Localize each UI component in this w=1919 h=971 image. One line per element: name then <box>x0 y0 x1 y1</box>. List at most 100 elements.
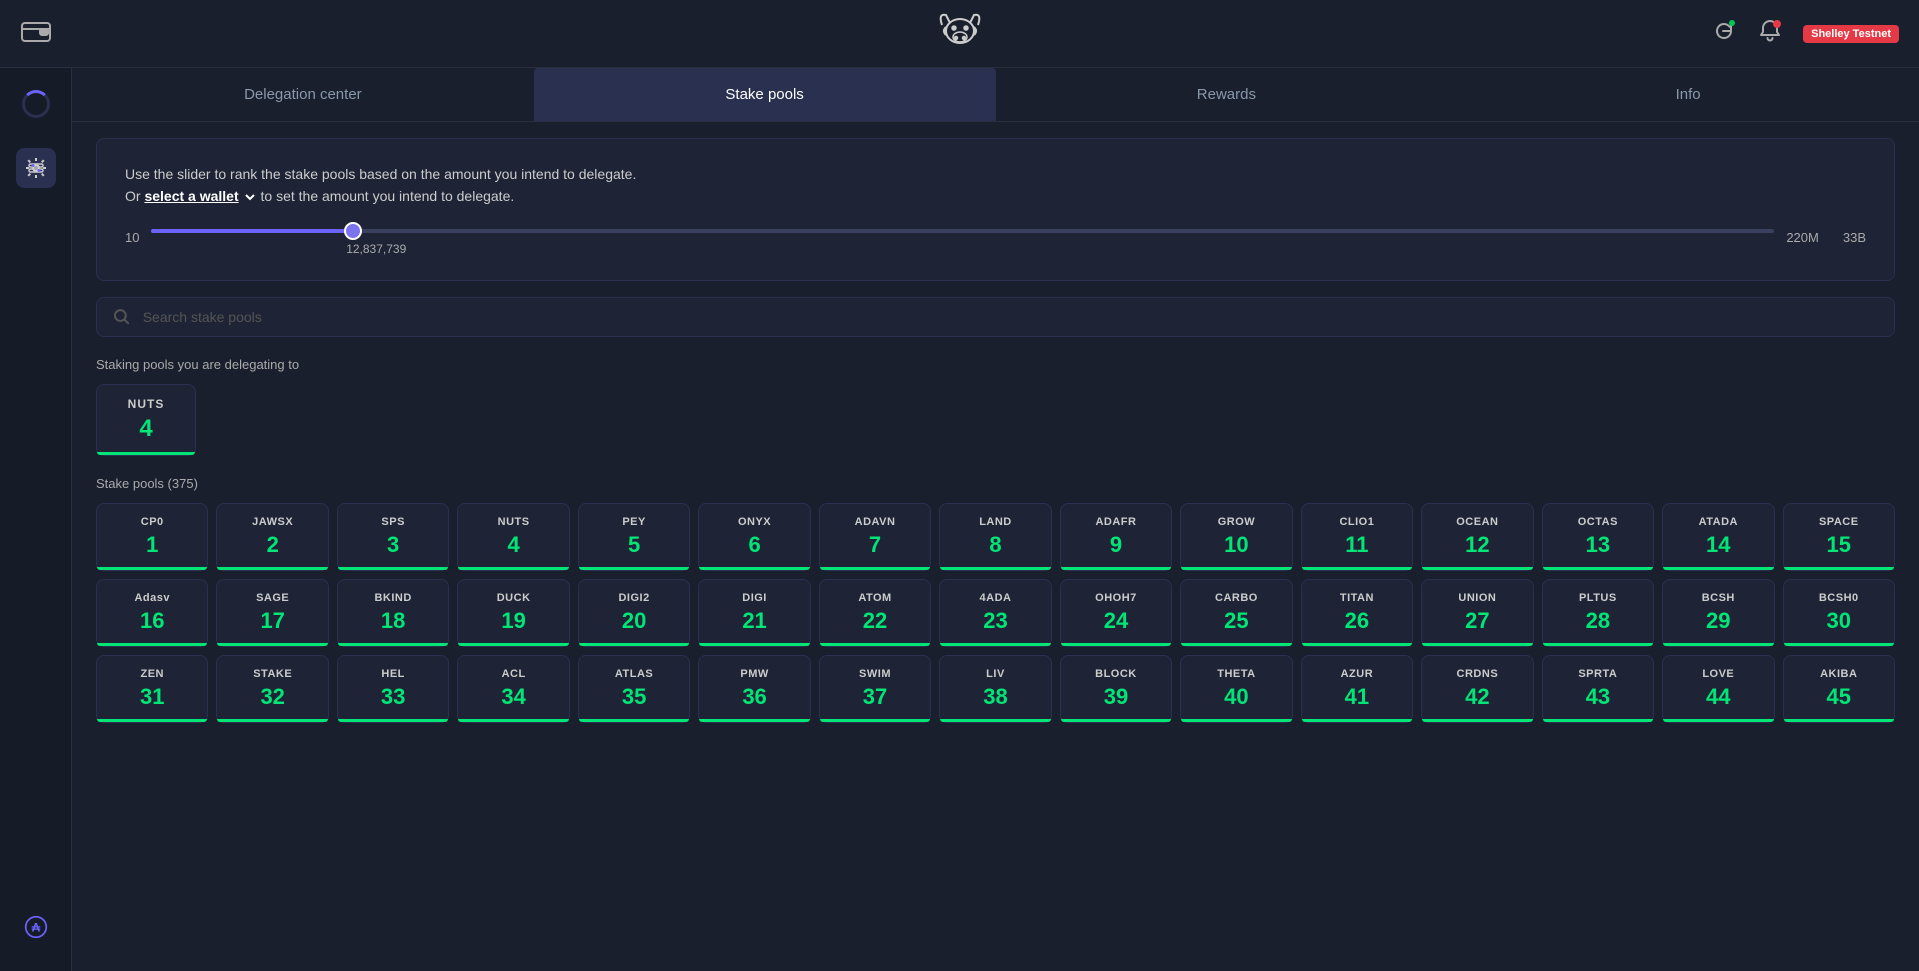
pool-card-duck[interactable]: DUCK 19 <box>457 579 569 647</box>
pool-number: 1 <box>146 532 158 558</box>
pool-card-bcsh[interactable]: BCSH 29 <box>1662 579 1774 647</box>
tab-stake-pools[interactable]: Stake pools <box>534 68 996 121</box>
pool-card-grow[interactable]: GROW 10 <box>1180 503 1292 571</box>
select-wallet-link[interactable]: select a wallet <box>144 185 256 207</box>
wallet-icon[interactable] <box>20 15 52 52</box>
pool-bar <box>1181 567 1291 570</box>
pool-card-jawsx[interactable]: JAWSX 2 <box>216 503 328 571</box>
pool-name: Adasv <box>134 592 170 604</box>
pool-card-space[interactable]: SPACE 15 <box>1783 503 1895 571</box>
pool-name: ZEN <box>140 668 164 680</box>
pool-card-stake[interactable]: STAKE 32 <box>216 655 328 723</box>
pool-card-ohoh7[interactable]: OHOH7 24 <box>1060 579 1172 647</box>
pool-card-akiba[interactable]: AKIBA 45 <box>1783 655 1895 723</box>
pool-card-onyx[interactable]: ONYX 6 <box>698 503 810 571</box>
pool-card-4ada[interactable]: 4ADA 23 <box>939 579 1051 647</box>
pool-name: ATADA <box>1699 516 1738 528</box>
pool-card-liv[interactable]: LIV 38 <box>939 655 1051 723</box>
tab-delegation-center[interactable]: Delegation center <box>72 68 534 121</box>
delegation-amount-slider[interactable] <box>151 229 1774 233</box>
pool-card-acl[interactable]: ACL 34 <box>457 655 569 723</box>
pool-bar <box>217 643 327 646</box>
pool-card-crdns[interactable]: CRDNS 42 <box>1421 655 1533 723</box>
pool-card-carbo[interactable]: CARBO 25 <box>1180 579 1292 647</box>
pool-card-digi2[interactable]: DIGI2 20 <box>578 579 690 647</box>
pool-number: 5 <box>628 532 640 558</box>
pool-card-sps[interactable]: SPS 3 <box>337 503 449 571</box>
pool-card-sage[interactable]: SAGE 17 <box>216 579 328 647</box>
svg-text:₳: ₳ <box>31 920 40 934</box>
pool-name: ADAFR <box>1095 516 1136 528</box>
pool-bar <box>940 719 1050 722</box>
pool-card-zen[interactable]: ZEN 31 <box>96 655 208 723</box>
pool-name: PEY <box>622 516 646 528</box>
pool-number: 4 <box>508 532 520 558</box>
pool-card-ocean[interactable]: OCEAN 12 <box>1421 503 1533 571</box>
slider-section: Use the slider to rank the stake pools b… <box>96 138 1895 281</box>
sync-icon[interactable] <box>1711 18 1737 49</box>
pool-bar <box>1422 643 1532 646</box>
pool-card-pmw[interactable]: PMW 36 <box>698 655 810 723</box>
pool-bar <box>97 719 207 722</box>
pool-card-titan[interactable]: TITAN 26 <box>1301 579 1413 647</box>
tab-info[interactable]: Info <box>1457 68 1919 121</box>
pool-number: 43 <box>1586 684 1610 710</box>
pool-card-octas[interactable]: OCTAS 13 <box>1542 503 1654 571</box>
pool-bar <box>579 643 689 646</box>
delegating-label: Staking pools you are delegating to <box>96 357 1895 372</box>
pool-name: LAND <box>979 516 1012 528</box>
pool-bar <box>940 567 1050 570</box>
slider-description: Use the slider to rank the stake pools b… <box>125 163 1866 208</box>
delegating-pool-number: 4 <box>139 415 152 443</box>
search-input[interactable] <box>143 309 1878 325</box>
pool-bar <box>1663 567 1773 570</box>
pool-bar <box>820 719 930 722</box>
pool-card-theta[interactable]: THETA 40 <box>1180 655 1292 723</box>
pool-card-atom[interactable]: ATOM 22 <box>819 579 931 647</box>
pool-card-land[interactable]: LAND 8 <box>939 503 1051 571</box>
pool-card-sprta[interactable]: SPRTA 43 <box>1542 655 1654 723</box>
pool-number: 28 <box>1586 608 1610 634</box>
pool-card-union[interactable]: UNION 27 <box>1421 579 1533 647</box>
delegating-section: Staking pools you are delegating to NUTS… <box>96 357 1895 456</box>
sidebar-cardano-icon[interactable]: ₳ <box>16 907 56 947</box>
pool-number: 7 <box>869 532 881 558</box>
pool-card-adasv[interactable]: Adasv 16 <box>96 579 208 647</box>
pool-name: CRDNS <box>1457 668 1499 680</box>
pool-bar <box>940 643 1050 646</box>
pool-card-nuts[interactable]: NUTS 4 <box>457 503 569 571</box>
pool-card-pltus[interactable]: PLTUS 28 <box>1542 579 1654 647</box>
pool-card-digi[interactable]: DIGI 21 <box>698 579 810 647</box>
pool-bar <box>1784 643 1894 646</box>
pools-section-label: Stake pools (375) <box>96 476 1895 491</box>
pool-number: 38 <box>983 684 1007 710</box>
pool-card-cp0[interactable]: CP0 1 <box>96 503 208 571</box>
pool-card-block[interactable]: BLOCK 39 <box>1060 655 1172 723</box>
slider-value-label: 12,837,739 <box>151 242 1774 256</box>
pool-number: 40 <box>1224 684 1248 710</box>
sidebar-settings-icon[interactable] <box>16 148 56 188</box>
notification-bell[interactable] <box>1757 18 1783 49</box>
pool-card-adavn[interactable]: ADAVN 7 <box>819 503 931 571</box>
pool-name: AKIBA <box>1820 668 1857 680</box>
pool-card-swim[interactable]: SWIM 37 <box>819 655 931 723</box>
pool-card-atlas[interactable]: ATLAS 35 <box>578 655 690 723</box>
pool-bar <box>699 719 809 722</box>
pool-card-azur[interactable]: AZUR 41 <box>1301 655 1413 723</box>
pool-card-atada[interactable]: ATADA 14 <box>1662 503 1774 571</box>
pool-card-bcsh0[interactable]: BCSH0 30 <box>1783 579 1895 647</box>
pool-card-hel[interactable]: HEL 33 <box>337 655 449 723</box>
pool-card-clio1[interactable]: CLIO1 11 <box>1301 503 1413 571</box>
pool-card-adafr[interactable]: ADAFR 9 <box>1060 503 1172 571</box>
pool-bar <box>1061 719 1171 722</box>
pool-card-bkind[interactable]: BKIND 18 <box>337 579 449 647</box>
pool-name: OCEAN <box>1456 516 1498 528</box>
pool-name: DUCK <box>497 592 531 604</box>
pool-card-pey[interactable]: PEY 5 <box>578 503 690 571</box>
pool-card-love[interactable]: LOVE 44 <box>1662 655 1774 723</box>
pool-bar <box>1302 719 1412 722</box>
tab-rewards[interactable]: Rewards <box>996 68 1458 121</box>
pools-grid: CP0 1 JAWSX 2 SPS 3 NUTS 4 PEY 5 ONYX 6 … <box>96 503 1895 723</box>
pools-section: Stake pools (375) CP0 1 JAWSX 2 SPS 3 NU… <box>96 476 1895 723</box>
delegating-pool-card[interactable]: NUTS 4 <box>96 384 196 456</box>
